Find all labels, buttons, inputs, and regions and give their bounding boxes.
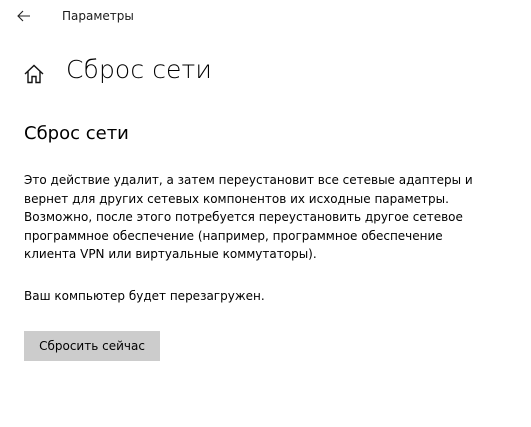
app-title: Параметры <box>62 9 134 23</box>
reset-now-button[interactable]: Сбросить сейчас <box>24 331 160 361</box>
back-arrow-icon <box>17 10 30 22</box>
description-line: программное обеспечение (например, прогр… <box>24 228 443 243</box>
description-text: Это действие удалит, а затем переустанов… <box>24 171 484 264</box>
home-icon[interactable] <box>23 63 45 85</box>
description-line: клиента VPN или виртуальные коммутаторы)… <box>24 247 317 261</box>
back-button[interactable] <box>10 4 38 28</box>
page-title: Сброс сети <box>66 55 212 84</box>
description-line: вернет для других сетевых компонентов их… <box>24 191 449 206</box>
description-line: Возможно, после этого потребуется переус… <box>24 210 463 224</box>
page-header: Сброс сети <box>0 55 531 95</box>
description-line: Это действие удалит, а затем переустанов… <box>24 173 473 187</box>
title-bar: Параметры <box>0 0 531 32</box>
restart-note: Ваш компьютер будет перезагружен. <box>24 289 265 303</box>
section-title: Сброс сети <box>24 123 129 144</box>
